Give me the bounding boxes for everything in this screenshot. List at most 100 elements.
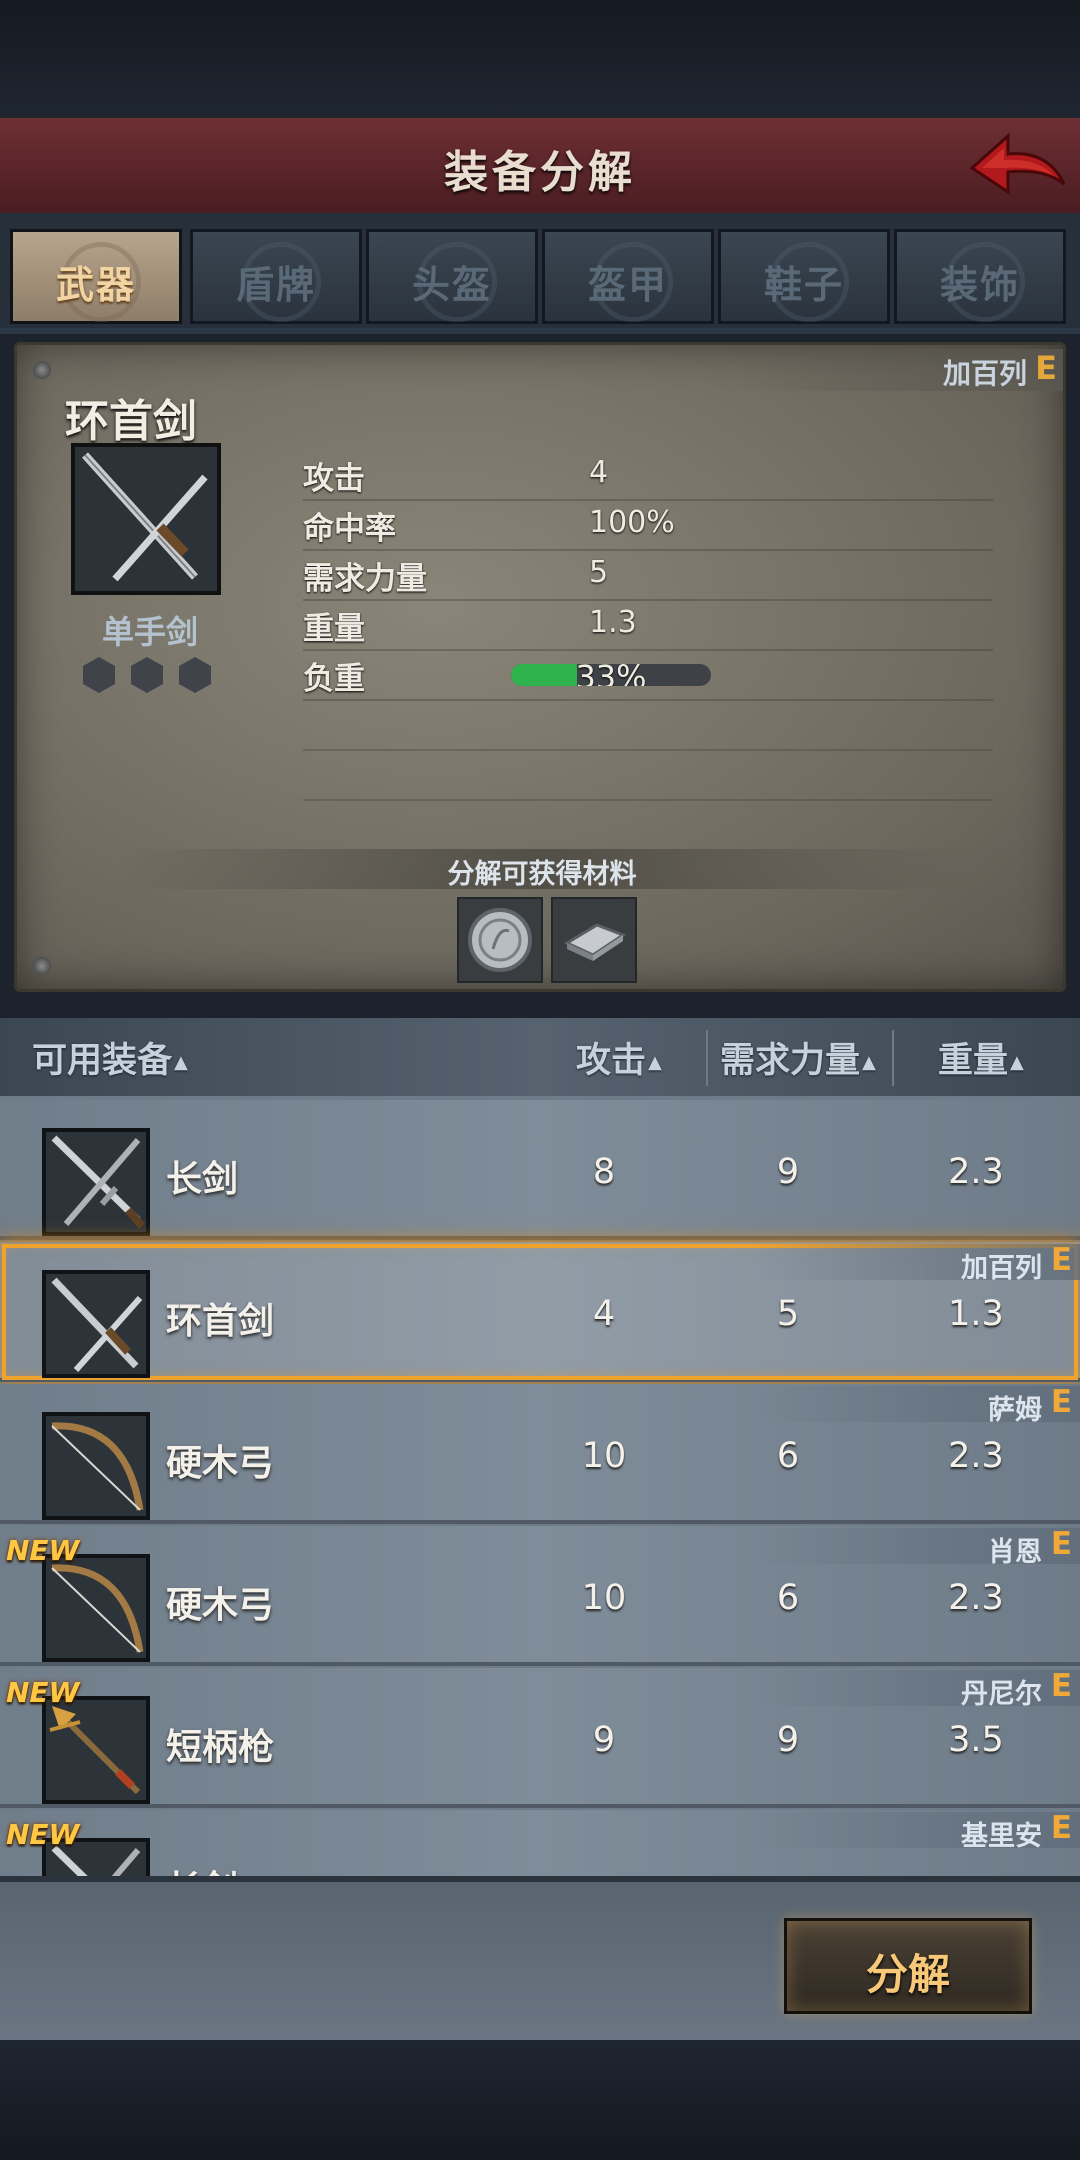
sort-arrow-icon: ▲ — [1010, 1051, 1024, 1073]
tab-boots[interactable]: 鞋子 — [718, 229, 890, 324]
tab-weapon[interactable]: 武器 — [10, 229, 182, 324]
sort-arrow-icon: ▲ — [648, 1051, 662, 1073]
stat-label: 需求力量 — [303, 561, 427, 597]
tab-armor[interactable]: 盔甲 — [542, 229, 714, 324]
ring-sword-icon — [42, 1270, 150, 1378]
item-weight: 2.3 — [948, 1578, 1004, 1618]
column-divider — [892, 1030, 894, 1086]
sort-arrow-icon: ▲ — [174, 1051, 188, 1073]
nav-bar-area — [0, 2040, 1080, 2160]
stat-row-attack: 攻击 4 — [303, 449, 993, 501]
stat-value: 1.3 — [589, 605, 637, 640]
load-percent: 33% — [575, 664, 647, 686]
item-weight: 2.3 — [948, 1152, 1004, 1192]
item-strength: 6 — [776, 1578, 800, 1618]
status-bar-area — [0, 0, 1080, 118]
decompose-button[interactable]: 分解 — [784, 1918, 1032, 2014]
gem-slot-empty-icon — [83, 657, 115, 693]
list-item[interactable]: 长剑 8 9 2.3 — [0, 1100, 1080, 1240]
bow-icon — [42, 1554, 150, 1662]
material-slot[interactable] — [457, 897, 543, 983]
new-badge: NEW — [6, 1818, 80, 1851]
column-divider — [706, 1030, 708, 1086]
stat-value: 5 — [589, 555, 609, 590]
tab-helmet[interactable]: 头盔 — [366, 229, 538, 324]
tab-label: 盾牌 — [235, 263, 316, 307]
item-strength: 6 — [776, 1436, 800, 1476]
page-title: 装备分解 — [444, 147, 636, 198]
item-attack: 9 — [592, 1720, 616, 1760]
owner-name: 萨姆 — [988, 1395, 1042, 1426]
list-item[interactable]: 基里安 E NEW 长剑 — [0, 1810, 1080, 1876]
new-badge: NEW — [6, 1534, 80, 1567]
stat-value: 100% — [589, 505, 675, 540]
stat-row-load: 负重 33% — [303, 649, 993, 701]
owner-name: 加百列 — [942, 357, 1027, 390]
item-strength: 5 — [776, 1294, 800, 1334]
sort-by-attack[interactable]: 攻击 ▲ — [576, 1032, 662, 1083]
spear-icon — [42, 1696, 150, 1804]
col-attack-label: 攻击 — [576, 1041, 647, 1081]
stat-row-strength: 需求力量 5 — [303, 549, 993, 601]
equipment-list[interactable]: 长剑 8 9 2.3 加百列 E 环首剑 4 5 1.3 萨姆 E 硬木弓 10 6 2.3 肖恩 E NEW 硬木弓… — [0, 1096, 1080, 1876]
tab-label: 武器 — [55, 263, 136, 307]
owner-name: 肖恩 — [988, 1537, 1042, 1568]
owner-tag: 加百列 E — [750, 1242, 1080, 1284]
owner-rank: E — [1050, 1810, 1072, 1846]
item-name: 硬木弓 — [166, 1443, 275, 1484]
stat-label: 命中率 — [303, 511, 396, 547]
list-item[interactable]: 丹尼尔 E NEW 短柄枪 9 9 3.5 — [0, 1668, 1080, 1808]
tab-label: 盔甲 — [587, 263, 668, 307]
item-name: 环首剑 — [65, 396, 197, 447]
sort-arrow-icon: ▲ — [862, 1051, 876, 1073]
sort-by-strength[interactable]: 需求力量 ▲ — [720, 1032, 876, 1083]
item-attack: 4 — [592, 1294, 616, 1334]
item-weight: 2.3 — [948, 1436, 1004, 1476]
back-arrow-icon — [969, 132, 1066, 195]
tab-label: 装饰 — [939, 263, 1020, 307]
decompose-label: 分解 — [865, 1950, 950, 1999]
title-bar: 装备分解 — [0, 118, 1080, 217]
stat-label: 重量 — [303, 611, 365, 647]
item-name: 长剑 — [166, 1860, 238, 1876]
tab-shield[interactable]: 盾牌 — [190, 229, 362, 324]
stat-divider — [303, 799, 993, 801]
stat-row-weight: 重量 1.3 — [303, 599, 993, 651]
owner-tag: 丹尼尔 E — [750, 1668, 1080, 1710]
gem-slot-empty-icon — [179, 657, 211, 693]
ring-sword-icon — [71, 443, 221, 595]
item-strength: 9 — [776, 1720, 800, 1760]
owner-rank: E — [1050, 1384, 1072, 1420]
sort-by-weight[interactable]: 重量 ▲ — [938, 1032, 1024, 1083]
owner-rank: E — [1035, 349, 1057, 387]
item-type: 单手剑 — [101, 613, 198, 651]
materials-title: 分解可获得材料 — [447, 859, 637, 890]
item-name: 环首剑 — [166, 1301, 275, 1342]
col-weight-label: 重量 — [938, 1041, 1009, 1081]
stat-value: 4 — [589, 455, 609, 490]
material-slot[interactable] — [551, 897, 637, 983]
list-header: 可用装备 ▲ 攻击 ▲ 需求力量 ▲ 重量 ▲ — [0, 1018, 1080, 1096]
list-item[interactable]: 肖恩 E NEW 硬木弓 10 6 2.3 — [0, 1526, 1080, 1666]
item-weight: 1.3 — [948, 1294, 1004, 1334]
item-name: 长剑 — [166, 1159, 239, 1200]
category-tabs: 武器 盾牌 头盔 盔甲 鞋子 装饰 — [0, 213, 1080, 334]
load-bar: 33% — [511, 664, 711, 686]
iron-ingot-icon — [563, 923, 627, 961]
owner-name: 基里安 — [961, 1821, 1042, 1852]
list-item[interactable]: 萨姆 E 硬木弓 10 6 2.3 — [0, 1384, 1080, 1524]
stat-divider — [303, 749, 993, 751]
item-name: 硬木弓 — [166, 1585, 275, 1626]
item-attack: 10 — [581, 1578, 627, 1618]
back-button[interactable] — [968, 128, 1068, 204]
owner-name: 丹尼尔 — [961, 1679, 1042, 1710]
tab-accessory[interactable]: 装饰 — [894, 229, 1066, 324]
owner-tag: 基里安 E — [750, 1810, 1080, 1852]
longsword-icon — [42, 1128, 150, 1236]
tab-label: 鞋子 — [763, 263, 844, 307]
list-item[interactable]: 加百列 E 环首剑 4 5 1.3 — [0, 1242, 1080, 1382]
owner-rank: E — [1050, 1668, 1072, 1704]
rivet — [33, 957, 51, 975]
sort-by-name[interactable]: 可用装备 ▲ — [32, 1032, 188, 1083]
stat-row-accuracy: 命中率 100% — [303, 499, 993, 551]
